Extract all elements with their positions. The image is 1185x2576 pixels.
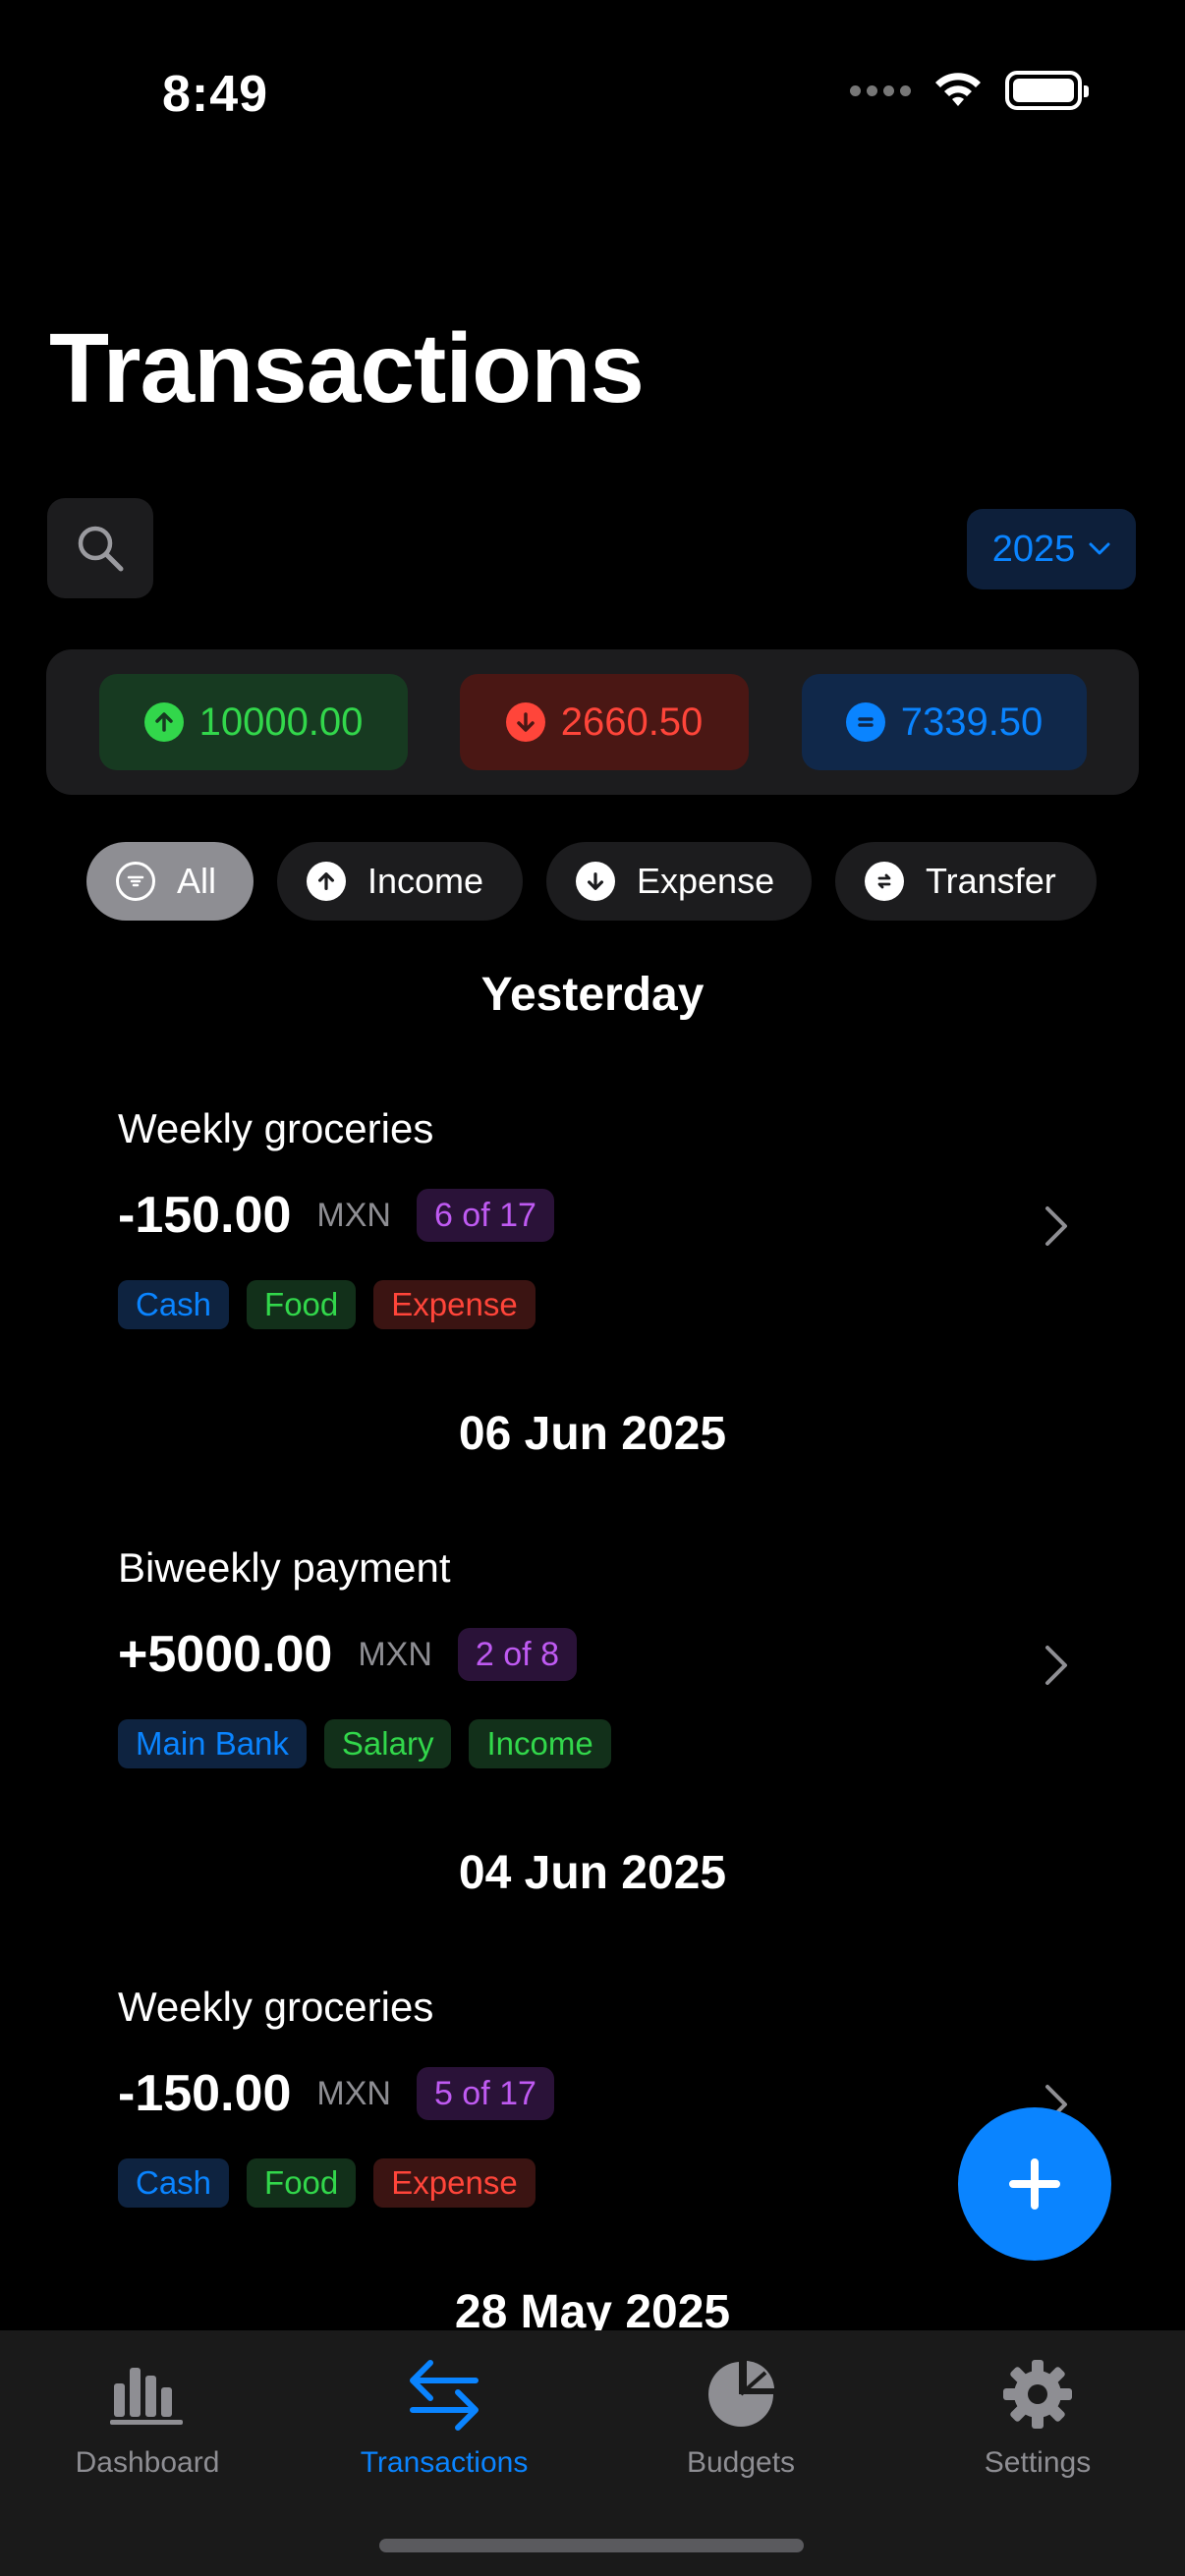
transaction-currency: MXN — [358, 1635, 432, 1673]
category-tag: Food — [247, 2158, 357, 2208]
page-title: Transactions — [49, 313, 645, 423]
transaction-tags: Cash Food Expense — [118, 2158, 536, 2208]
equals-circle-icon — [845, 702, 885, 742]
transaction-row[interactable]: Biweekly payment +5000.00 MXN 2 of 8 Mai… — [118, 1544, 1081, 1800]
installment-badge: 5 of 17 — [416, 2067, 554, 2120]
filter-row: All Income Expense Transfer — [0, 842, 1185, 921]
transfer-circle-icon — [865, 862, 904, 901]
transaction-amount-row: +5000.00 MXN 2 of 8 — [118, 1625, 577, 1684]
transaction-row[interactable]: Weekly groceries -150.00 MXN 6 of 17 Cas… — [118, 1105, 1081, 1361]
type-tag: Expense — [373, 2158, 536, 2208]
search-icon — [78, 526, 124, 572]
tab-budgets-label: Budgets — [686, 2446, 796, 2479]
status-indicators — [850, 71, 1089, 110]
filter-transfer-label: Transfer — [926, 861, 1056, 901]
tab-settings-label: Settings — [984, 2446, 1092, 2479]
arrows-left-right-icon — [407, 2350, 481, 2438]
cellular-signal-icon — [850, 84, 911, 96]
balance-total: 7339.50 — [802, 674, 1087, 770]
type-tag: Income — [469, 1719, 611, 1768]
income-total: 10000.00 — [99, 674, 408, 770]
tab-settings[interactable]: Settings — [890, 2350, 1185, 2480]
home-indicator — [379, 2539, 804, 2552]
summary-card: 10000.00 2660.50 7339.50 — [46, 649, 1139, 795]
account-tag: Cash — [118, 1280, 230, 1329]
transaction-title: Biweekly payment — [118, 1544, 451, 1591]
section-header: 04 Jun 2025 — [458, 1847, 727, 1899]
section-header: Yesterday — [480, 969, 705, 1021]
transaction-amount: +5000.00 — [118, 1626, 333, 1683]
transaction-amount-row: -150.00 MXN 5 of 17 — [118, 2064, 554, 2123]
filter-all-label: All — [177, 861, 217, 901]
transaction-row[interactable]: Weekly groceries -150.00 MXN 5 of 17 Cas… — [118, 1984, 1081, 2239]
plus-icon — [1009, 2158, 1060, 2210]
battery-icon — [1005, 71, 1089, 110]
transaction-tags: Main Bank Salary Income — [118, 1719, 611, 1768]
wifi-icon — [935, 73, 981, 106]
transaction-currency: MXN — [316, 1196, 391, 1234]
transaction-title: Weekly groceries — [118, 1984, 434, 2030]
arrow-up-circle-icon — [307, 862, 346, 901]
transaction-amount: -150.00 — [118, 2065, 292, 2122]
chevron-right-icon — [1032, 1192, 1081, 1260]
transaction-amount-row: -150.00 MXN 6 of 17 — [118, 1186, 554, 1245]
account-tag: Cash — [118, 2158, 230, 2208]
category-tag: Food — [247, 1280, 357, 1329]
tab-transactions-label: Transactions — [360, 2446, 529, 2479]
tab-bar: Dashboard Transactions Budgets Settings — [0, 2330, 1185, 2576]
year-selector[interactable]: 2025 — [967, 509, 1136, 589]
add-transaction-button[interactable] — [958, 2107, 1111, 2261]
arrow-up-circle-icon — [143, 702, 184, 742]
tab-dashboard-label: Dashboard — [75, 2446, 220, 2479]
status-bar: 8:49 — [0, 0, 1185, 187]
installment-badge: 6 of 17 — [416, 1189, 554, 1242]
type-tag: Expense — [373, 1280, 536, 1329]
section-header: 06 Jun 2025 — [458, 1408, 727, 1460]
year-selector-value: 2025 — [991, 528, 1076, 570]
category-tag: Salary — [323, 1719, 452, 1768]
expense-total-value: 2660.50 — [560, 700, 704, 744]
chevron-down-icon — [1089, 542, 1110, 555]
transaction-amount: -150.00 — [118, 1187, 292, 1244]
tab-transactions[interactable]: Transactions — [297, 2350, 592, 2480]
chevron-right-icon — [1032, 1631, 1081, 1700]
filter-all[interactable]: All — [86, 842, 254, 921]
filter-lines-icon — [116, 862, 155, 901]
transaction-tags: Cash Food Expense — [118, 1280, 536, 1329]
balance-total-value: 7339.50 — [900, 700, 1044, 744]
tab-budgets[interactable]: Budgets — [593, 2350, 888, 2480]
transaction-title: Weekly groceries — [118, 1105, 434, 1151]
filter-expense-label: Expense — [637, 861, 775, 901]
tab-dashboard[interactable]: Dashboard — [0, 2350, 295, 2480]
gear-icon — [1001, 2350, 1074, 2438]
installment-badge: 2 of 8 — [457, 1628, 577, 1681]
filter-expense[interactable]: Expense — [546, 842, 812, 921]
filter-transfer[interactable]: Transfer — [835, 842, 1097, 921]
bar-chart-icon — [108, 2350, 187, 2438]
arrow-down-circle-icon — [505, 702, 545, 742]
arrow-down-circle-icon — [576, 862, 615, 901]
account-tag: Main Bank — [118, 1719, 307, 1768]
filter-income-label: Income — [367, 861, 484, 901]
income-total-value: 10000.00 — [198, 700, 364, 744]
pie-chart-icon — [705, 2350, 777, 2438]
transaction-currency: MXN — [316, 2074, 391, 2112]
filter-income[interactable]: Income — [277, 842, 523, 921]
expense-total: 2660.50 — [460, 674, 749, 770]
search-button[interactable] — [47, 498, 153, 598]
status-time: 8:49 — [162, 66, 269, 123]
